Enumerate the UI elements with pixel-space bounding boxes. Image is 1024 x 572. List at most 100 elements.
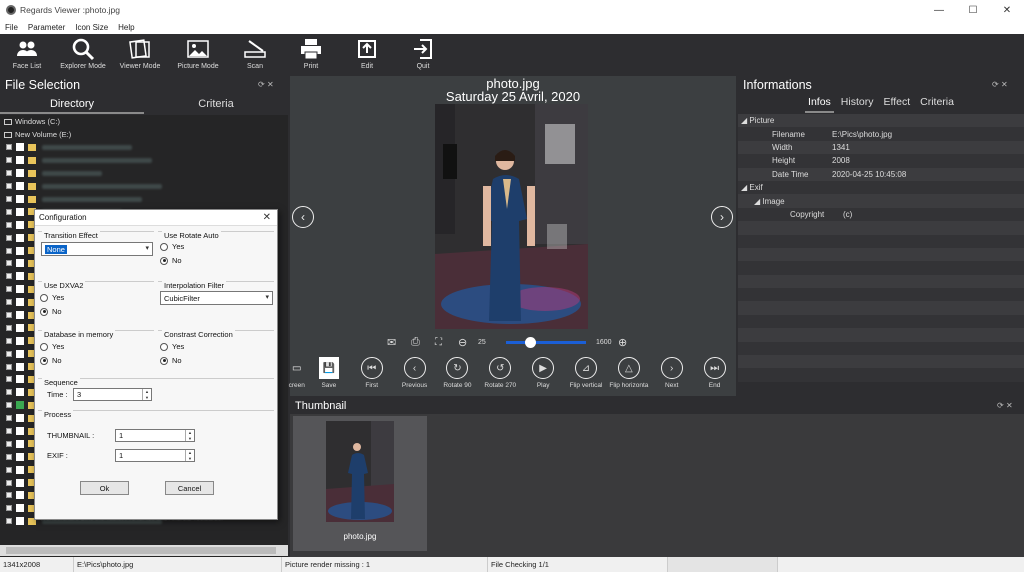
expand-icon[interactable] [6,415,12,422]
db-memory-no[interactable]: No [40,356,64,365]
folder-checkbox[interactable] [16,478,24,487]
rotate-90-button[interactable]: ↻ Rotate 90 [436,357,479,397]
refresh-icon[interactable]: ⟳ [992,80,999,89]
tab-history[interactable]: History [838,95,877,113]
expand-icon[interactable] [6,428,12,435]
thumbnail-item[interactable]: photo.jpg [293,416,427,551]
contrast-yes[interactable]: Yes [160,342,184,351]
thumbnail-process-spinner[interactable]: 1 ▲ ▼ [115,429,195,442]
end-button[interactable]: ⏭ End [693,357,736,397]
rotate-auto-no[interactable]: No [160,256,184,265]
expand-icon[interactable] [6,466,12,473]
expand-icon[interactable] [6,453,12,460]
folder-checkbox[interactable] [16,465,24,474]
close-pane-icon[interactable]: ✕ [1001,80,1008,89]
drive-e[interactable]: New Volume (E:) [0,128,288,141]
folder-checkbox[interactable] [16,452,24,461]
info-row[interactable]: ◢ Picture [738,114,1024,128]
folder-checkbox[interactable] [16,401,24,410]
spinner-arrows-icon[interactable]: ▲ ▼ [185,430,194,441]
folder-checkbox[interactable] [16,272,24,281]
expand-icon[interactable] [6,492,12,499]
tree-folder-row[interactable] [0,154,288,167]
expand-icon[interactable] [6,196,12,202]
tab-effect[interactable]: Effect [880,95,913,113]
folder-checkbox[interactable] [16,195,24,203]
fullscreen-button[interactable]: ▭ creen [286,357,307,397]
tab-criteria[interactable]: Criteria [144,95,288,114]
time-spinner[interactable]: 3 ▲ ▼ [73,388,152,401]
expand-icon[interactable] [6,337,12,344]
fit-screen-icon[interactable]: ⛶ [435,337,442,348]
menu-file[interactable]: File [0,23,23,32]
expand-icon[interactable] [6,299,12,306]
tree-folder-row[interactable] [0,167,288,180]
folder-checkbox[interactable] [16,311,24,320]
tree-folder-row[interactable] [0,180,288,193]
close-pane-icon[interactable]: ✕ [267,80,274,89]
folder-checkbox[interactable] [16,414,24,423]
folder-checkbox[interactable] [16,362,24,371]
contrast-no[interactable]: No [160,356,184,365]
expand-icon[interactable] [6,350,12,357]
first-button[interactable]: ⏮ First [350,357,393,397]
close-pane-icon[interactable]: ✕ [1006,401,1013,410]
folder-checkbox[interactable] [16,182,24,191]
minimize-button[interactable]: — [922,0,956,20]
next-arrow-button[interactable]: › [711,206,733,228]
printer-small-icon[interactable]: ⎙ [411,336,420,349]
flip-horizontal-button[interactable]: △ Flip horizonta [607,357,650,397]
refresh-icon[interactable]: ⟳ [258,80,265,89]
expand-icon[interactable] [6,273,12,280]
rotate-270-button[interactable]: ↺ Rotate 270 [479,357,522,397]
scrollbar-thumb[interactable] [6,547,276,554]
expand-icon[interactable] [6,144,12,151]
folder-checkbox[interactable] [16,233,24,242]
menu-help[interactable]: Help [113,23,139,32]
spinner-arrows-icon[interactable]: ▲ ▼ [142,389,151,400]
interpolation-select[interactable]: CubicFilter ▾ [160,291,273,305]
previous-arrow-button[interactable]: ‹ [292,206,314,228]
refresh-icon[interactable]: ⟳ [997,401,1004,410]
tab-infos[interactable]: Infos [805,95,834,113]
folder-checkbox[interactable] [16,323,24,332]
folder-checkbox[interactable] [16,427,24,436]
expand-icon[interactable] [6,518,12,525]
folder-checkbox[interactable] [16,517,24,526]
expand-icon[interactable] [6,389,12,396]
folder-checkbox[interactable] [16,504,24,513]
horizontal-scrollbar[interactable] [0,545,288,556]
play-button[interactable]: ▶ Play [522,357,565,397]
expand-icon[interactable] [6,208,12,215]
transition-effect-select[interactable]: None ▾ [41,242,153,256]
menu-parameter[interactable]: Parameter [23,23,70,32]
face-list-button[interactable]: Face List [0,34,54,76]
expand-icon[interactable] [6,479,12,486]
dxva2-yes[interactable]: Yes [40,293,64,302]
expand-icon[interactable] [6,440,12,447]
previous-button[interactable]: ‹ Previous [393,357,436,397]
zoom-out-icon[interactable]: ⊖ [458,336,467,349]
tree-folder-row[interactable] [0,193,288,206]
folder-checkbox[interactable] [16,491,24,500]
quit-button[interactable]: Quit [394,34,452,76]
info-row[interactable]: Filename E:\Pics\photo.jpg [738,127,1024,141]
folder-checkbox[interactable] [16,169,24,178]
zoom-slider-track[interactable] [506,341,586,344]
spinner-arrows-icon[interactable]: ▲ ▼ [185,450,194,461]
info-row[interactable]: Date Time 2020-04-25 10:45:08 [738,167,1024,181]
main-photo[interactable] [435,104,588,329]
close-button[interactable]: ✕ [990,0,1024,20]
ok-button[interactable]: Ok [80,481,129,495]
expand-icon[interactable] [6,157,12,164]
maximize-button[interactable]: ☐ [956,0,990,20]
tab-criteria-info[interactable]: Criteria [917,95,957,113]
info-row[interactable]: ◢ Image [738,194,1024,208]
expand-icon[interactable] [6,183,12,190]
folder-checkbox[interactable] [16,156,24,165]
mail-icon[interactable]: ✉ [387,336,396,349]
expand-icon[interactable] [6,221,12,228]
info-row[interactable]: Width 1341 [738,140,1024,155]
expand-icon[interactable] [6,286,12,293]
dxva2-no[interactable]: No [40,307,64,316]
